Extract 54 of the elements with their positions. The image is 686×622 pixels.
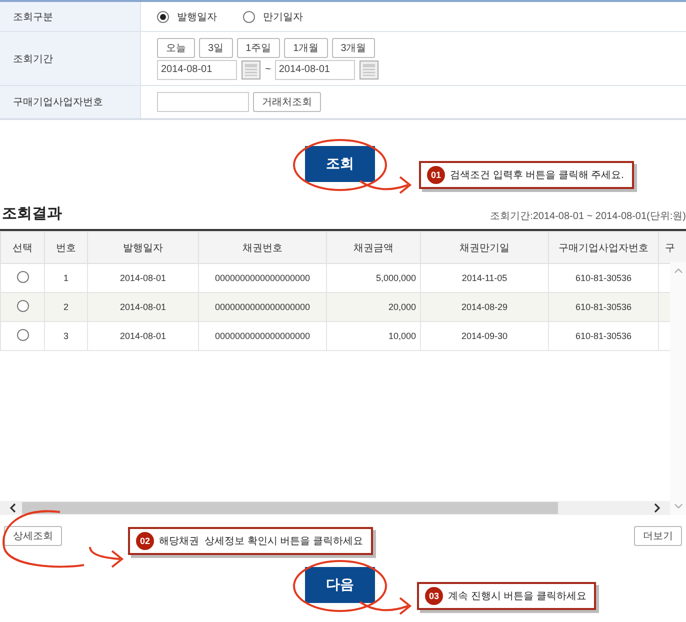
scroll-left-icon[interactable]	[8, 503, 18, 513]
column-header: 채권금액	[326, 232, 420, 264]
table-cell: 3	[44, 322, 88, 350]
column-header: 채권만기일	[420, 232, 548, 264]
table-cell: 2014-08-01	[88, 292, 198, 322]
radio-button[interactable]	[243, 10, 255, 22]
table-cell: 610-81-30536	[548, 292, 658, 322]
horizontal-scrollbar[interactable]	[0, 501, 670, 515]
next-button[interactable]: 다음	[305, 567, 375, 603]
callout: 02 해당채권 상세정보 확인시 버튼을 클릭하세요	[128, 527, 373, 555]
table-cell: 2014-08-01	[88, 322, 198, 350]
period-button[interactable]: 1주일	[236, 38, 280, 58]
range-separator: ~	[265, 64, 271, 75]
form-label: 조회기간	[13, 52, 53, 66]
radio-label: 발행일자	[177, 10, 217, 24]
column-header: 발행일자	[88, 232, 198, 264]
column-header: 구매기업사업자번호	[548, 232, 658, 264]
radio-button[interactable]	[157, 10, 169, 22]
column-header: 번호	[44, 232, 88, 264]
detail-button[interactable]: 상세조회	[4, 526, 62, 546]
date-field[interactable]: 2014-08-01	[274, 60, 355, 80]
period-button[interactable]: 오늘	[157, 38, 195, 58]
row-radio[interactable]	[16, 300, 28, 312]
column-header: 선택	[0, 232, 44, 264]
period-button[interactable]: 3개월	[332, 38, 376, 58]
period-button[interactable]: 1개월	[284, 38, 328, 58]
table-cell: 10,000	[326, 322, 420, 350]
business-number-field[interactable]	[157, 92, 249, 112]
form-label: 구매기업사업자번호	[13, 96, 103, 109]
period-note: 조회기간:2014-08-01 ~ 2014-08-01(단위:원)	[490, 210, 686, 223]
search-button[interactable]: 조회	[305, 146, 375, 182]
table-cell: 610-81-30536	[548, 322, 658, 350]
row-radio[interactable]	[16, 271, 28, 283]
radio-label: 만기일자	[263, 10, 303, 24]
column-header: 구	[658, 232, 686, 264]
callout: 03 계속 진행시 버튼을 클릭하세요	[417, 582, 596, 610]
row-radio[interactable]	[16, 329, 28, 341]
table-cell: 0000000000000000000	[198, 292, 326, 322]
date-field[interactable]: 2014-08-01	[157, 60, 237, 80]
section-title: 조회결과	[2, 204, 62, 223]
period-button[interactable]: 3일	[199, 38, 233, 58]
calendar-icon[interactable]	[241, 60, 261, 80]
more-button[interactable]: 더보기	[634, 526, 682, 546]
column-header: 채권번호	[198, 232, 326, 264]
lookup-button[interactable]: 거래처조회	[253, 92, 321, 112]
table-cell: 2014-09-30	[420, 322, 548, 350]
table-cell: 2014-08-29	[420, 292, 548, 322]
calendar-icon[interactable]	[358, 60, 379, 80]
table-cell: 20,000	[326, 292, 420, 322]
scroll-right-icon[interactable]	[652, 503, 662, 513]
table-cell: 0000000000000000000	[198, 322, 326, 350]
table-cell: 2	[44, 292, 88, 322]
callout: 01 검색조건 입력후 버튼을 클릭해 주세요.	[419, 161, 634, 189]
form-label: 조회구분	[13, 10, 53, 24]
